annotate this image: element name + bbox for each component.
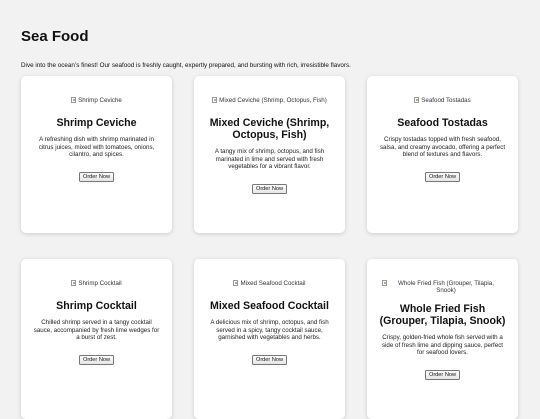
- dish-description: A delicious mix of shrimp, octopus, and …: [210, 319, 329, 342]
- dish-description: Crispy, golden-fried whole fish served w…: [381, 334, 504, 357]
- dish-description: Chilled shrimp served in a tangy cocktai…: [33, 319, 160, 342]
- broken-image-icon: [381, 280, 387, 286]
- dish-image: Mixed Seafood Cocktail: [233, 280, 306, 287]
- page-intro: Dive into the ocean’s finest! Our seafoo…: [21, 62, 351, 69]
- dish-image-alt: Mixed Ceviche (Shrimp, Octopus, Fish): [219, 97, 327, 104]
- dish-image: Mixed Ceviche (Shrimp, Octopus, Fish): [212, 97, 327, 104]
- dish-image: Shrimp Ceviche: [71, 97, 122, 104]
- dish-image: Whole Fried Fish (Grouper, Tilapia, Snoo…: [381, 280, 504, 294]
- dish-title: Mixed Seafood Cocktail: [210, 300, 329, 312]
- menu-card-shrimp-cocktail: Shrimp Cocktail Shrimp Cocktail Chilled …: [21, 259, 172, 419]
- broken-image-icon: [71, 97, 77, 103]
- dish-title: Whole Fried Fish (Grouper, Tilapia, Snoo…: [379, 303, 506, 327]
- menu-card-shrimp-ceviche: Shrimp Ceviche Shrimp Ceviche A refreshi…: [21, 76, 172, 233]
- order-now-button[interactable]: Order Now: [78, 355, 115, 366]
- menu-card-mixed-seafood-cocktail: Mixed Seafood Cocktail Mixed Seafood Coc…: [194, 259, 345, 419]
- menu-card-mixed-ceviche: Mixed Ceviche (Shrimp, Octopus, Fish) Mi…: [194, 76, 345, 233]
- dish-description: A refreshing dish with shrimp marinated …: [38, 136, 155, 159]
- order-now-button[interactable]: Order Now: [78, 172, 115, 183]
- dish-image: Seafood Tostadas: [414, 97, 471, 104]
- menu-card-seafood-tostadas: Seafood Tostadas Seafood Tostadas Crispy…: [367, 76, 518, 233]
- dish-image-alt: Seafood Tostadas: [421, 97, 471, 104]
- dish-image-alt: Shrimp Ceviche: [78, 97, 122, 104]
- broken-image-icon: [212, 97, 218, 103]
- dish-title: Shrimp Ceviche: [56, 117, 137, 129]
- order-now-button[interactable]: Order Now: [424, 370, 461, 381]
- page-title: Sea Food: [21, 28, 89, 45]
- dish-title: Shrimp Cocktail: [56, 300, 137, 312]
- dish-title: Mixed Ceviche (Shrimp, Octopus, Fish): [209, 117, 330, 141]
- dish-description: Crispy tostadas topped with fresh seafoo…: [379, 136, 506, 159]
- dish-image-alt: Whole Fried Fish (Grouper, Tilapia, Snoo…: [398, 280, 494, 294]
- order-now-button[interactable]: Order Now: [424, 172, 461, 183]
- dish-title: Seafood Tostadas: [397, 117, 488, 129]
- dish-image-alt: Mixed Seafood Cocktail: [240, 280, 306, 287]
- broken-image-icon: [233, 280, 239, 286]
- dish-image-alt: Shrimp Cocktail: [78, 280, 122, 287]
- dish-description: A tangy mix of shrimp, octopus, and fish…: [214, 148, 325, 171]
- broken-image-icon: [414, 97, 420, 103]
- dish-image: Shrimp Cocktail: [71, 280, 122, 287]
- order-now-button[interactable]: Order Now: [251, 184, 288, 195]
- menu-card-whole-fried-fish: Whole Fried Fish (Grouper, Tilapia, Snoo…: [367, 259, 518, 419]
- broken-image-icon: [71, 280, 77, 286]
- order-now-button[interactable]: Order Now: [251, 355, 288, 366]
